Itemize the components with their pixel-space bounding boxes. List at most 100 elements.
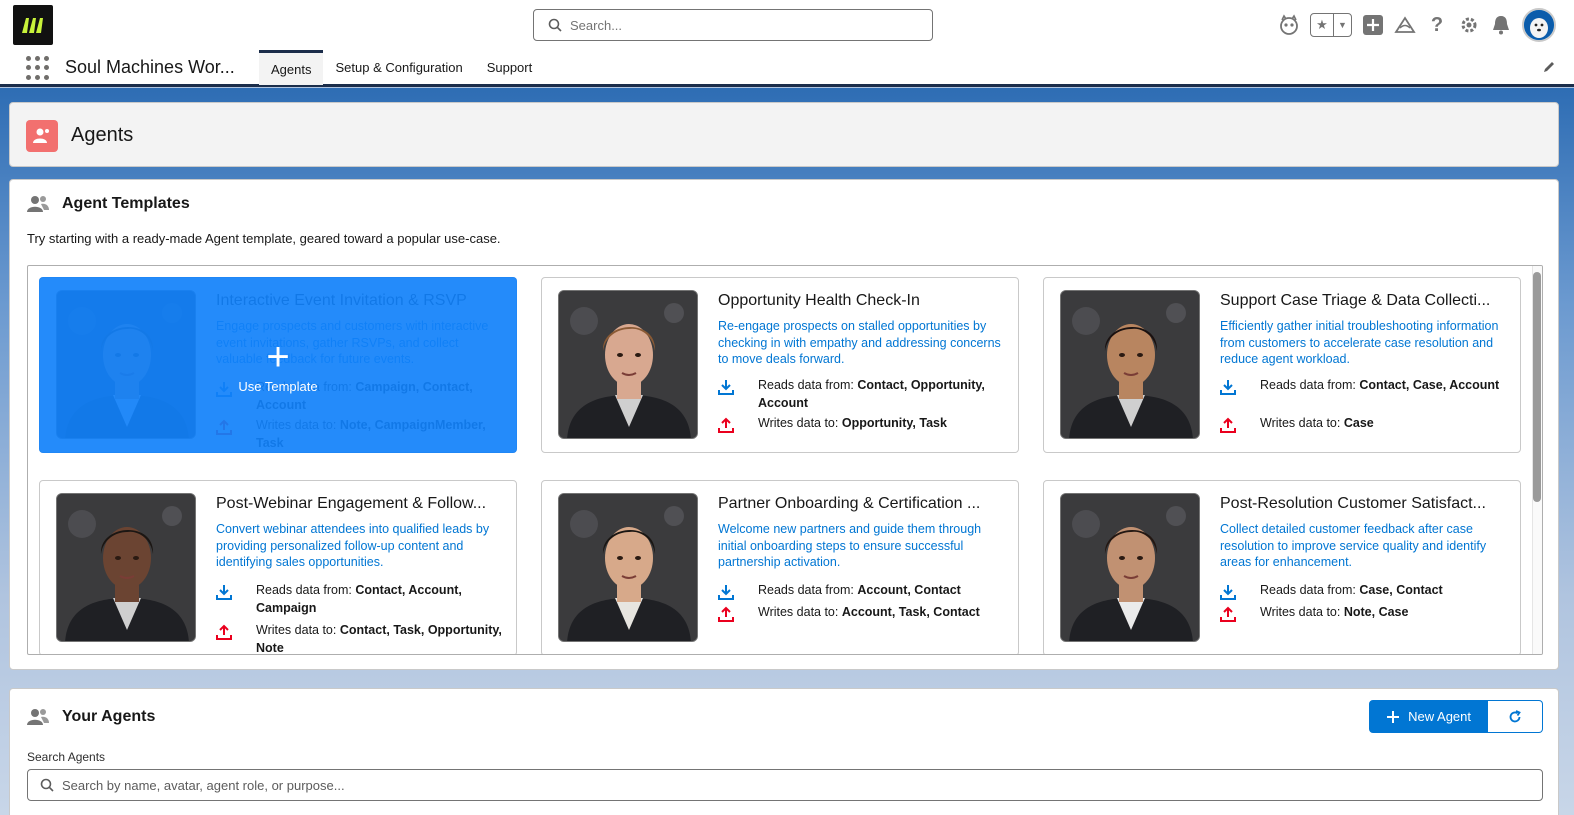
reads-objects: Contact, Case, Account xyxy=(1359,378,1500,392)
template-name: Post-Webinar Engagement & Follow... xyxy=(216,495,487,512)
writes-objects: Account, Task, Contact xyxy=(841,605,980,619)
reads-prefix: Reads data from: xyxy=(758,378,858,392)
new-agent-button[interactable]: New Agent xyxy=(1369,700,1488,733)
template-card[interactable]: Opportunity Health Check-In Re-engage pr… xyxy=(541,277,1019,453)
template-card[interactable]: Post-Webinar Engagement & Follow... Conv… xyxy=(39,480,517,654)
download-icon xyxy=(718,376,758,412)
refresh-button[interactable] xyxy=(1488,700,1543,733)
download-icon xyxy=(216,581,256,617)
reads-objects: Account, Contact xyxy=(857,583,961,597)
add-icon[interactable] xyxy=(1362,14,1384,36)
search-agents-input[interactable]: Search by name, avatar, agent role, or p… xyxy=(27,769,1543,801)
new-agent-label: New Agent xyxy=(1408,709,1471,724)
reads-data-row: Reads data from: Account, Contact xyxy=(718,581,1008,605)
template-purpose: Collect detailed customer feedback after… xyxy=(1220,522,1487,569)
template-purpose: Re-engage prospects on stalled opportuni… xyxy=(718,319,1001,366)
reads-data-row: Reads data from: Case, Contact xyxy=(1220,581,1510,605)
writes-prefix: Writes data to: xyxy=(758,416,842,430)
writes-data-row: Writes data to: Note, Case xyxy=(1220,603,1510,627)
template-card[interactable]: Partner Onboarding & Certification ... W… xyxy=(541,480,1019,654)
agents-page-icon xyxy=(26,120,58,152)
header-utility-icons: ★ ▼ ? xyxy=(1278,6,1556,44)
agent-templates-card: Agent Templates Try starting with a read… xyxy=(9,179,1559,670)
einstein-icon[interactable] xyxy=(1278,14,1300,36)
reads-prefix: Reads data from: xyxy=(256,583,356,597)
writes-data-row: Writes data to: Account, Task, Contact xyxy=(718,603,1008,627)
notifications-bell-icon[interactable] xyxy=(1490,14,1512,36)
agent-templates-header: Agent Templates xyxy=(26,194,190,214)
agent-templates-description: Try starting with a ready-made Agent tem… xyxy=(27,231,501,246)
favorites-button-group[interactable]: ★ ▼ xyxy=(1310,13,1352,37)
writes-data-row: Writes data to: Case xyxy=(1220,414,1510,438)
upload-icon xyxy=(1220,414,1260,438)
app-navigation-bar: Soul Machines Wor... Agents Setup & Conf… xyxy=(0,50,1574,87)
template-name: Opportunity Health Check-In xyxy=(718,292,920,309)
page-title: Agents xyxy=(71,124,134,146)
download-icon xyxy=(1220,376,1260,400)
refresh-icon xyxy=(1509,709,1521,722)
app-launcher-icon[interactable] xyxy=(26,56,50,80)
templates-scrollbar[interactable] xyxy=(1532,266,1542,654)
upload-icon xyxy=(216,621,256,654)
upload-icon xyxy=(718,603,758,627)
reads-prefix: Reads data from: xyxy=(1260,583,1360,597)
template-purpose: Welcome new partners and guide them thro… xyxy=(718,522,982,569)
writes-data-row: Writes data to: Contact, Task, Opportuni… xyxy=(216,621,506,654)
tab-setup-configuration[interactable]: Setup & Configuration xyxy=(323,50,474,85)
use-template-label[interactable]: Use Template xyxy=(238,379,317,394)
writes-objects: Opportunity, Task xyxy=(841,416,947,430)
reads-prefix: Reads data from: xyxy=(758,583,858,597)
agent-templates-title: Agent Templates xyxy=(62,195,190,212)
templates-scrollbar-thumb[interactable] xyxy=(1533,272,1541,502)
template-name: Post-Resolution Customer Satisfact... xyxy=(1220,495,1486,512)
writes-prefix: Writes data to: xyxy=(758,605,842,619)
setup-gear-icon[interactable] xyxy=(1458,14,1480,36)
template-card[interactable]: Interactive Event Invitation & RSVP Enga… xyxy=(39,277,517,453)
user-avatar[interactable] xyxy=(1522,8,1556,42)
upload-icon xyxy=(1220,603,1260,627)
favorites-star-icon[interactable]: ★ xyxy=(1311,14,1333,36)
your-agents-card: Your Agents New Agent Search Agents Sear… xyxy=(9,688,1559,815)
download-icon xyxy=(1220,581,1260,605)
trailhead-icon[interactable] xyxy=(1394,14,1416,36)
app-name: Soul Machines Wor... xyxy=(65,57,235,77)
download-icon xyxy=(718,581,758,605)
your-agents-title: Your Agents xyxy=(62,708,156,725)
template-name: Support Case Triage & Data Collecti... xyxy=(1220,292,1491,309)
reads-objects: Case, Contact xyxy=(1359,583,1443,597)
avatar-portrait xyxy=(56,493,196,642)
tab-agents[interactable]: Agents xyxy=(259,50,324,85)
avatar-portrait xyxy=(1060,290,1200,439)
favorites-dropdown-icon[interactable]: ▼ xyxy=(1333,14,1351,36)
help-icon[interactable]: ? xyxy=(1426,14,1448,36)
templates-scroll-region[interactable]: Interactive Event Invitation & RSVP Enga… xyxy=(27,265,1543,655)
reads-data-row: Reads data from: Contact, Account, Campa… xyxy=(216,581,506,617)
template-purpose: Convert webinar attendees into qualified… xyxy=(216,522,490,569)
template-purpose: Efficiently gather initial troubleshooti… xyxy=(1220,319,1499,366)
avatar-portrait xyxy=(1060,493,1200,642)
page-header: Agents xyxy=(9,102,1559,167)
global-search-input[interactable]: Search... xyxy=(533,9,933,41)
app-logo[interactable] xyxy=(13,5,53,45)
plus-icon xyxy=(1387,710,1400,723)
global-header: Search... ★ ▼ ? xyxy=(0,0,1574,50)
soul-machines-logo-icon xyxy=(22,18,43,33)
template-card[interactable]: Post-Resolution Customer Satisfact... Co… xyxy=(1043,480,1521,654)
avatar-portrait xyxy=(558,290,698,439)
writes-prefix: Writes data to: xyxy=(256,623,340,637)
upload-icon xyxy=(718,414,758,438)
search-icon xyxy=(548,18,562,32)
template-card[interactable]: Support Case Triage & Data Collecti... E… xyxy=(1043,277,1521,453)
use-template-overlay[interactable]: + Use Template xyxy=(39,277,517,453)
tab-support[interactable]: Support xyxy=(475,50,545,85)
plus-icon: + xyxy=(266,334,290,379)
search-agents-label: Search Agents xyxy=(27,750,106,764)
agent-actions: New Agent xyxy=(1369,700,1543,733)
search-icon xyxy=(40,778,54,792)
reads-data-row: Reads data from: Contact, Case, Account xyxy=(1220,376,1510,400)
writes-data-row: Writes data to: Opportunity, Task xyxy=(718,414,1008,438)
edit-pencil-icon[interactable] xyxy=(1542,60,1556,77)
writes-objects: Case xyxy=(1343,416,1374,430)
writes-prefix: Writes data to: xyxy=(1260,605,1344,619)
writes-prefix: Writes data to: xyxy=(1260,416,1344,430)
